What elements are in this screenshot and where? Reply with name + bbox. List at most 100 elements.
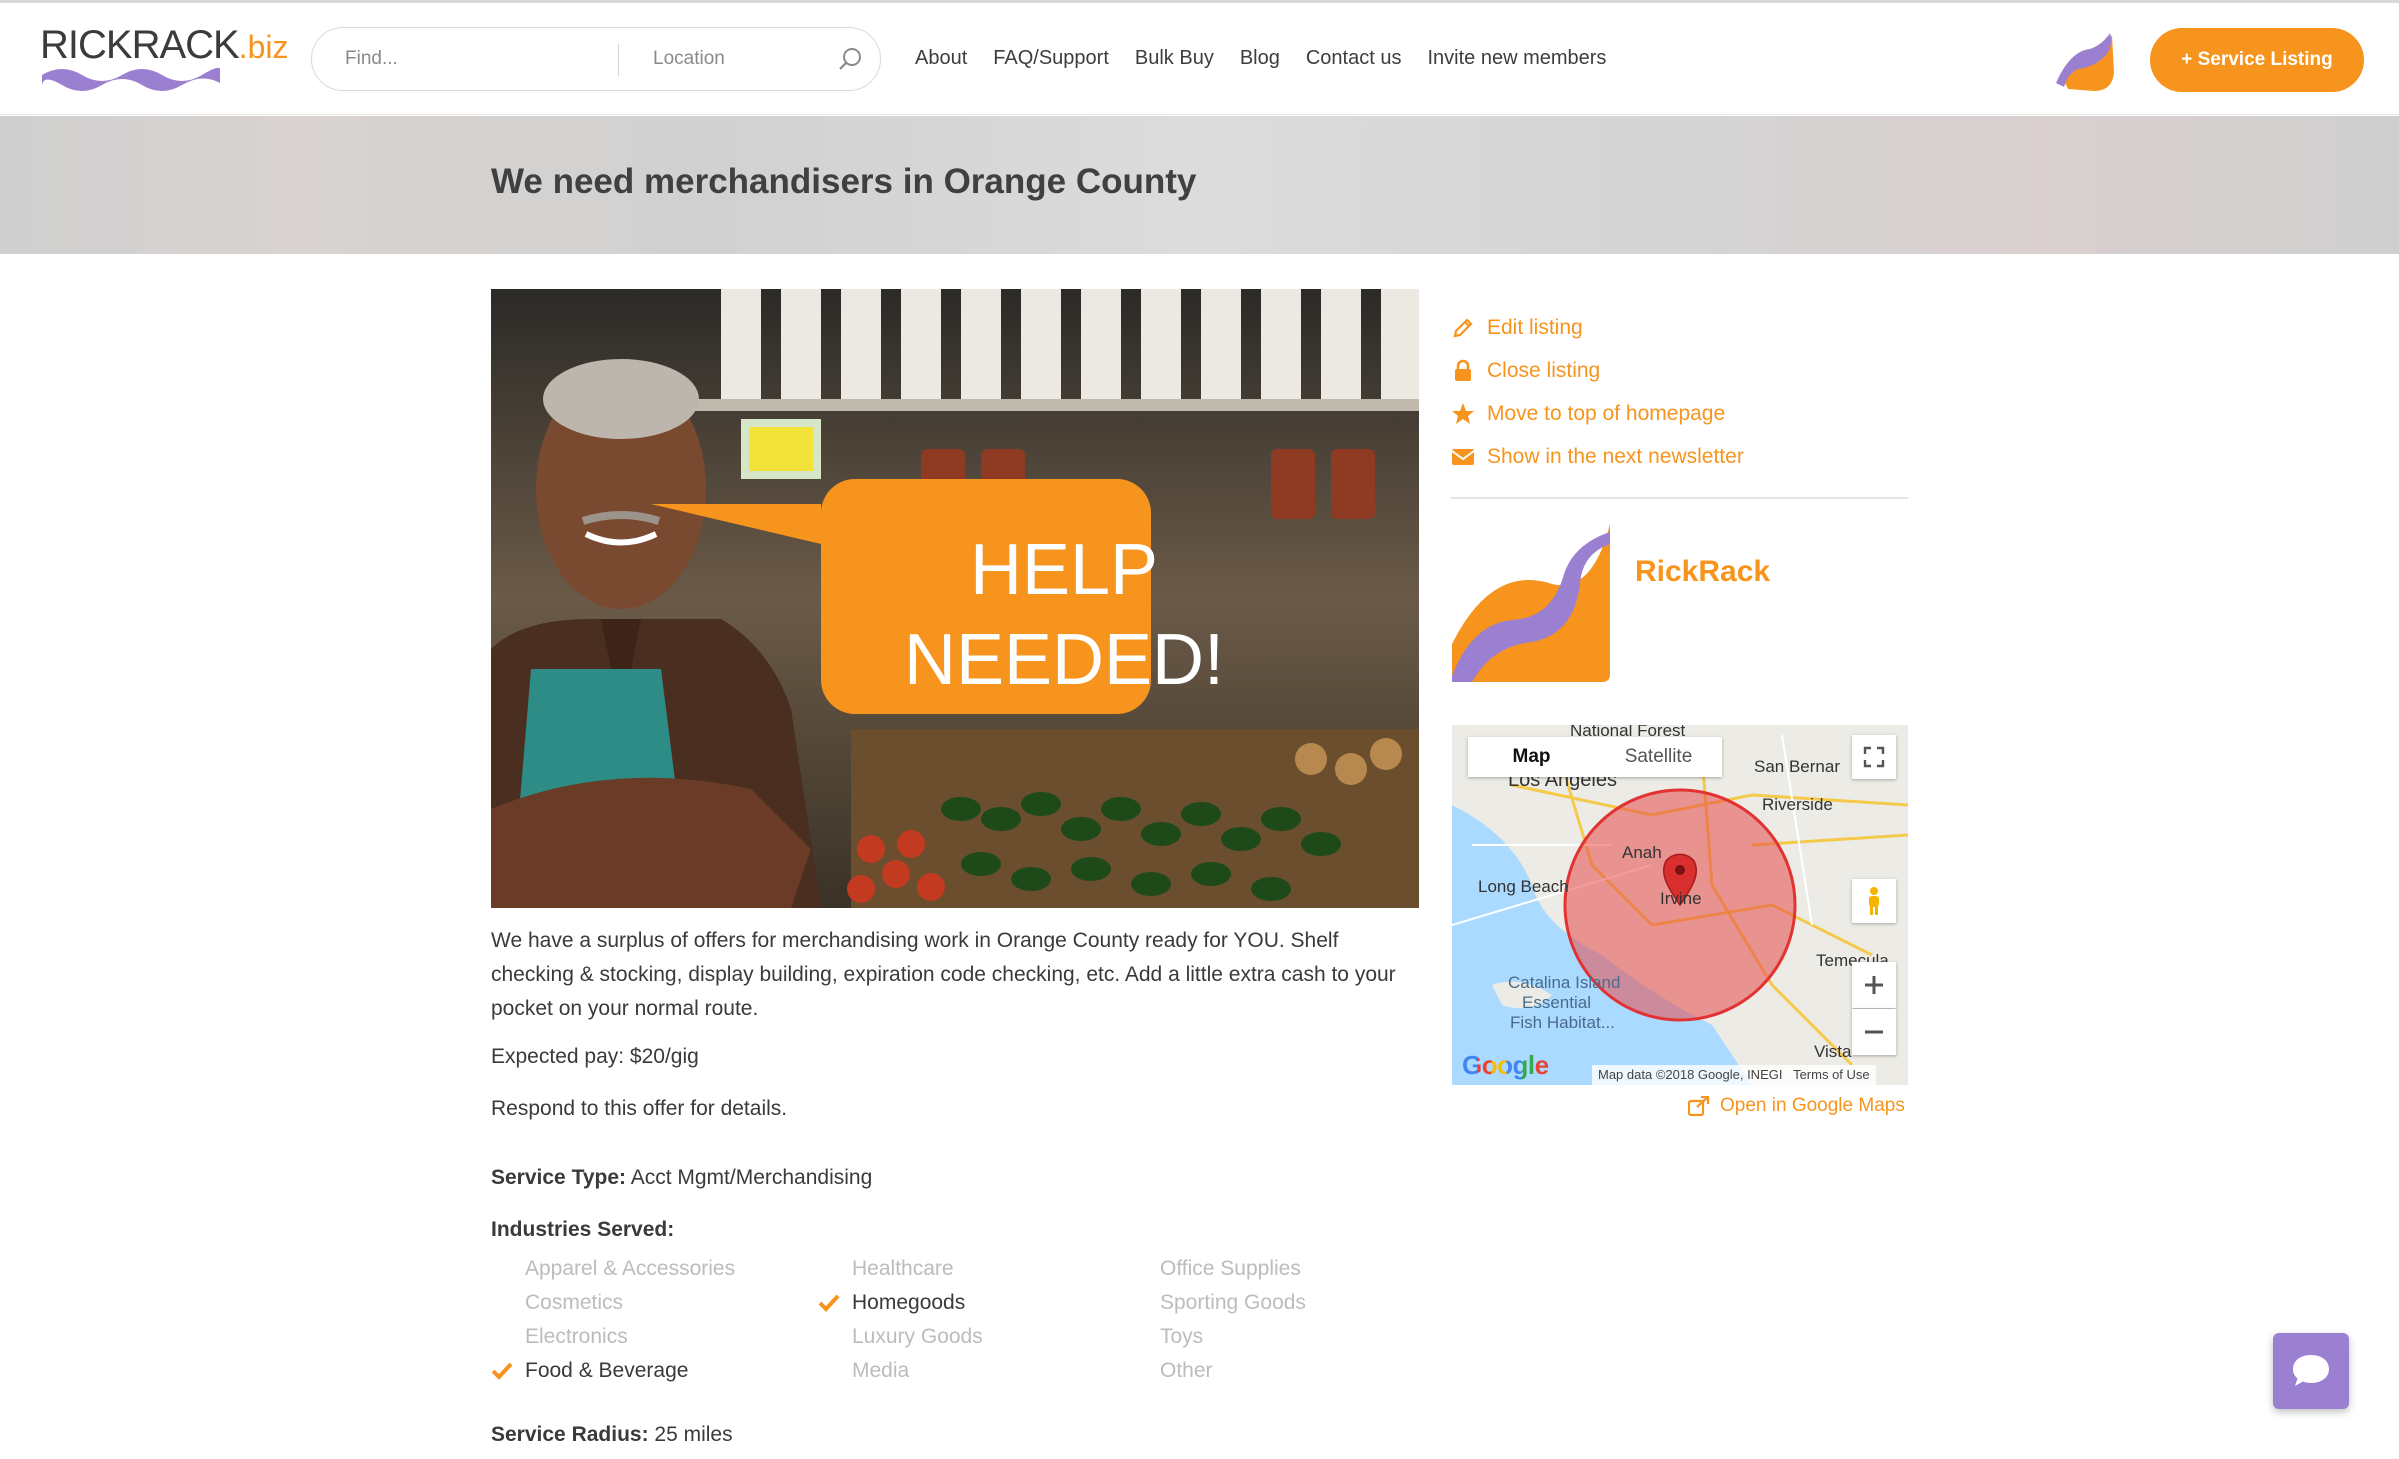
- google-logo: Google: [1462, 1050, 1549, 1081]
- location-map[interactable]: National Forest Los Angeles San Bernar R…: [1452, 725, 1908, 1085]
- industry-name: Apparel & Accessories: [525, 1257, 736, 1280]
- map-label: Fish Habitat...: [1510, 1013, 1615, 1032]
- map-label: Riverside: [1762, 795, 1833, 814]
- nav-blog[interactable]: Blog: [1240, 47, 1280, 70]
- search-divider: [618, 44, 619, 76]
- industry-name: Other: [1160, 1359, 1213, 1382]
- search-bar: Find... Location: [311, 27, 881, 91]
- search-icon[interactable]: [837, 45, 865, 73]
- checkmark-icon: [491, 1362, 513, 1380]
- service-radius-label: Service Radius:: [491, 1423, 649, 1446]
- expected-pay: Expected pay: $20/gig: [491, 1045, 699, 1068]
- terms-of-use-link[interactable]: Terms of Use: [1793, 1067, 1870, 1082]
- nav-faq-support[interactable]: FAQ/Support: [993, 47, 1109, 70]
- checkmark-icon: [818, 1294, 840, 1312]
- listing-actions: Edit listing Close listing Move to top o…: [1451, 306, 1744, 478]
- map-tab-map[interactable]: Map: [1468, 737, 1595, 777]
- zoom-out-icon[interactable]: [1852, 1009, 1896, 1055]
- move-to-top-label: Move to top of homepage: [1487, 401, 1726, 425]
- fullscreen-icon[interactable]: [1852, 735, 1896, 779]
- industry-item: Sporting Goods: [1126, 1286, 1306, 1320]
- industry-item: Electronics: [491, 1320, 735, 1354]
- find-input[interactable]: Find...: [345, 48, 398, 70]
- zoom-in-icon[interactable]: [1852, 962, 1896, 1008]
- map-label: Long Beach: [1478, 877, 1569, 896]
- service-type-value: Acct Mgmt/Merchandising: [626, 1166, 873, 1189]
- logo-wave-icon: [42, 67, 220, 91]
- industry-item: Healthcare: [818, 1252, 983, 1286]
- listing-image-illustration: HELP NEEDED!: [491, 289, 1419, 908]
- close-listing-label: Close listing: [1487, 358, 1601, 382]
- logo-text: RICKRACK.biz: [40, 23, 289, 68]
- industries-column-3: Office Supplies Sporting Goods Toys Othe…: [1126, 1252, 1306, 1388]
- map-type-control: Map Satellite: [1468, 737, 1722, 777]
- industry-item: Homegoods: [818, 1286, 983, 1320]
- service-listing-button[interactable]: + Service Listing: [2150, 28, 2364, 92]
- bubble-line-1: HELP: [970, 530, 1158, 610]
- industry-item: Food & Beverage: [491, 1354, 735, 1388]
- logo-tld: .biz: [238, 29, 289, 65]
- map-tab-satellite[interactable]: Satellite: [1595, 737, 1722, 777]
- nav-bulk-buy[interactable]: Bulk Buy: [1135, 47, 1214, 70]
- industry-item: Other: [1126, 1354, 1306, 1388]
- location-input[interactable]: Location: [653, 48, 725, 70]
- service-radius: Service Radius: 25 miles: [491, 1423, 733, 1447]
- service-type-label: Service Type:: [491, 1166, 627, 1189]
- industry-item: Toys: [1126, 1320, 1306, 1354]
- move-to-top-link[interactable]: Move to top of homepage: [1451, 392, 1744, 435]
- star-icon: [1452, 402, 1474, 424]
- nav-invite-members[interactable]: Invite new members: [1427, 47, 1606, 70]
- pegman-icon[interactable]: [1852, 879, 1896, 923]
- industries-column-1: Apparel & Accessories Cosmetics Electron…: [491, 1252, 735, 1388]
- industry-name: Cosmetics: [525, 1291, 624, 1314]
- open-google-maps-label: Open in Google Maps: [1720, 1095, 1905, 1116]
- rickrack-logo[interactable]: RICKRACK.biz: [40, 23, 289, 95]
- bubble-line-2: NEEDED!: [904, 620, 1224, 700]
- nav-about[interactable]: About: [915, 47, 967, 70]
- industry-name: Luxury Goods: [852, 1325, 983, 1348]
- industry-item: Media: [818, 1354, 983, 1388]
- map-label: Anah: [1622, 843, 1662, 862]
- lock-icon: [1455, 359, 1471, 381]
- industry-item: Luxury Goods: [818, 1320, 983, 1354]
- section-divider: [1451, 497, 1908, 499]
- map-label: Catalina Island: [1508, 973, 1621, 992]
- industries-label: Industries Served:: [491, 1218, 675, 1241]
- map-attribution: Map data ©2018 Google, INEGI Terms of Us…: [1592, 1065, 1876, 1085]
- industry-name: Healthcare: [852, 1257, 954, 1280]
- industries-column-2: Healthcare Homegoods Luxury Goods Media: [818, 1252, 983, 1388]
- logo-main: RICKRACK: [40, 23, 240, 67]
- site-header: RICKRACK.biz Find... Location About FAQ/…: [0, 3, 2399, 115]
- industry-name: Homegoods: [852, 1291, 966, 1314]
- map-label: Irvine: [1660, 889, 1702, 908]
- nav-contact-us[interactable]: Contact us: [1306, 47, 1402, 70]
- service-radius-value: 25 miles: [648, 1423, 733, 1446]
- user-avatar-icon[interactable]: [2054, 33, 2116, 91]
- industry-name: Electronics: [525, 1325, 628, 1348]
- industry-name: Toys: [1160, 1325, 1204, 1348]
- industry-item: Cosmetics: [491, 1286, 735, 1320]
- open-google-maps-link[interactable]: Open in Google Maps: [1688, 1095, 1905, 1117]
- chat-bubble-icon: [2293, 1355, 2329, 1386]
- edit-listing-link[interactable]: Edit listing: [1451, 306, 1744, 349]
- industry-item: Apparel & Accessories: [491, 1252, 735, 1286]
- map-data-credit: Map data ©2018 Google, INEGI: [1598, 1067, 1783, 1082]
- industry-name: Office Supplies: [1160, 1257, 1301, 1280]
- listing-description: We have a surplus of offers for merchand…: [491, 929, 1396, 1020]
- google-wordmark: Google: [1462, 1050, 1549, 1080]
- map-label: Essential: [1522, 993, 1591, 1012]
- industry-name: Food & Beverage: [525, 1359, 689, 1382]
- map-label: San Bernar: [1754, 757, 1840, 776]
- listing-image: HELP NEEDED!: [491, 289, 1419, 908]
- respond-note: Respond to this offer for details.: [491, 1097, 788, 1120]
- chat-button[interactable]: [2273, 1333, 2349, 1409]
- pencil-icon: [1453, 317, 1473, 337]
- close-listing-link[interactable]: Close listing: [1451, 349, 1744, 392]
- industry-name: Media: [852, 1359, 910, 1382]
- external-link-icon: [1688, 1096, 1710, 1116]
- newsletter-link[interactable]: Show in the next newsletter: [1451, 435, 1744, 478]
- edit-listing-label: Edit listing: [1487, 315, 1583, 339]
- org-logo[interactable]: [1452, 524, 1610, 682]
- org-name[interactable]: RickRack: [1635, 555, 1770, 589]
- industry-item: Office Supplies: [1126, 1252, 1306, 1286]
